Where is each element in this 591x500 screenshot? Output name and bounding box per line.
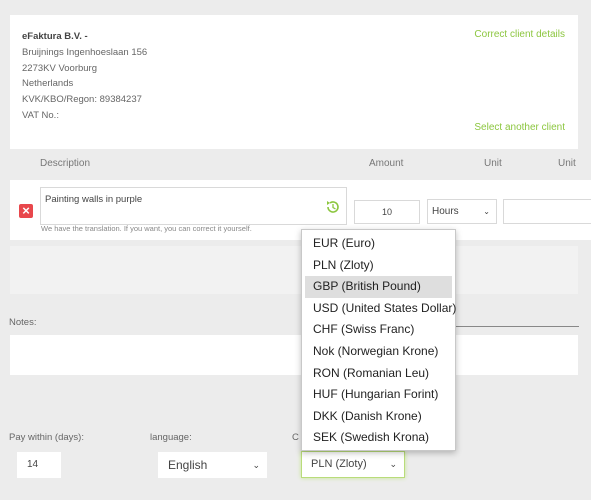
description-field[interactable]: Painting walls in purple bbox=[40, 187, 347, 225]
correct-client-details-link[interactable]: Correct client details bbox=[474, 29, 565, 40]
currency-value: PLN (Zloty) bbox=[311, 458, 367, 470]
currency-option-huf[interactable]: HUF (Hungarian Forint) bbox=[305, 384, 452, 406]
language-label: language: bbox=[150, 432, 192, 443]
currency-option-eur[interactable]: EUR (Euro) bbox=[305, 233, 452, 255]
currency-option-sek[interactable]: SEK (Swedish Krona) bbox=[305, 427, 452, 449]
amount-input[interactable]: 10 bbox=[354, 200, 420, 224]
column-unit: Unit bbox=[484, 158, 502, 169]
pay-within-input[interactable]: 14 bbox=[17, 452, 61, 478]
translate-refresh-icon[interactable] bbox=[324, 198, 342, 216]
notes-field[interactable] bbox=[10, 335, 578, 375]
divider bbox=[455, 326, 579, 327]
unit-value: Hours bbox=[432, 206, 459, 217]
language-value: English bbox=[168, 458, 208, 472]
delete-line-button[interactable]: × bbox=[19, 204, 33, 218]
currency-option-ron[interactable]: RON (Romanian Leu) bbox=[305, 363, 452, 385]
language-select[interactable]: English ⌄ bbox=[158, 452, 267, 478]
currency-option-pln[interactable]: PLN (Zloty) bbox=[305, 255, 452, 277]
client-city: 2273KV Voorburg bbox=[22, 62, 98, 74]
currency-option-dkk[interactable]: DKK (Danish Krone) bbox=[305, 406, 452, 428]
currency-option-chf[interactable]: CHF (Swiss Franc) bbox=[305, 319, 452, 341]
column-unit-price: Unit bbox=[558, 158, 576, 169]
currency-select[interactable]: PLN (Zloty) ⌄ bbox=[301, 451, 405, 478]
chevron-down-icon: ⌄ bbox=[389, 459, 397, 469]
chevron-down-icon: ⌄ bbox=[483, 207, 490, 216]
chevron-down-icon: ⌄ bbox=[252, 460, 260, 470]
unit-price-input[interactable] bbox=[503, 199, 591, 224]
select-another-client-link[interactable]: Select another client bbox=[474, 122, 565, 133]
currency-option-nok[interactable]: Nok (Norwegian Krone) bbox=[305, 341, 452, 363]
column-description: Description bbox=[40, 158, 91, 169]
translation-hint: We have the translation. If you want, yo… bbox=[41, 224, 252, 233]
client-street: Bruijnings Ingenhoeslaan 156 bbox=[22, 46, 148, 58]
client-vat: VAT No.: bbox=[22, 109, 59, 121]
client-name: eFaktura B.V. - bbox=[22, 31, 88, 42]
currency-dropdown-list: EUR (Euro) PLN (Zloty) GBP (British Poun… bbox=[301, 229, 456, 451]
currency-option-usd[interactable]: USD (United States Dollar) bbox=[305, 298, 456, 320]
pay-within-label: Pay within (days): bbox=[9, 432, 84, 443]
notes-label: Notes: bbox=[9, 317, 37, 328]
summary-panel bbox=[10, 246, 578, 294]
currency-label: C bbox=[292, 432, 299, 443]
client-details-card: eFaktura B.V. - Bruijnings Ingenhoeslaan… bbox=[10, 15, 578, 149]
close-icon: × bbox=[22, 203, 30, 218]
unit-select[interactable]: Hours ⌄ bbox=[427, 199, 497, 224]
column-amount: Amount bbox=[369, 158, 404, 169]
client-registration: KVK/KBO/Regon: 89384237 bbox=[22, 94, 142, 106]
client-address: eFaktura B.V. - Bruijnings Ingenhoeslaan… bbox=[22, 29, 147, 124]
description-value: Painting walls in purple bbox=[45, 194, 143, 205]
currency-option-gbp[interactable]: GBP (British Pound) bbox=[305, 276, 452, 298]
client-country: Netherlands bbox=[22, 78, 74, 90]
